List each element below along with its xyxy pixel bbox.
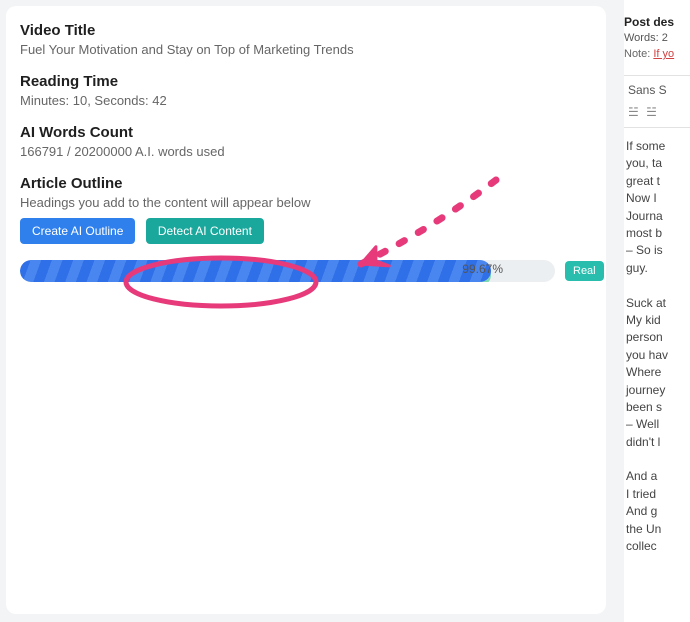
right-panel: Post des Words: 2 Note: If yo Sans S ☱ ☱… (624, 0, 690, 622)
post-desc-label: Post des (624, 14, 690, 31)
editor-body[interactable]: If some you, ta great t Now I Journa mos… (624, 138, 690, 555)
video-title-value: Fuel Your Motivation and Stay on Top of … (20, 42, 592, 57)
progress-bar: 99.67% (20, 260, 555, 282)
post-note-prefix: Note: (624, 48, 653, 60)
progress-percent: 99.67% (462, 262, 503, 276)
ai-words-section: AI Words Count 166791 / 20200000 A.I. wo… (20, 124, 592, 159)
ai-words-value: 166791 / 20200000 A.I. words used (20, 144, 592, 159)
progress-fill (20, 260, 491, 282)
post-words-count: Words: 2 (624, 31, 690, 47)
reading-time-label: Reading Time (20, 73, 592, 90)
font-family-select[interactable]: Sans S (628, 82, 690, 99)
reading-time-value: Minutes: 10, Seconds: 42 (20, 93, 592, 108)
reading-time-section: Reading Time Minutes: 10, Seconds: 42 (20, 73, 592, 108)
left-panel: Video Title Fuel Your Motivation and Sta… (6, 6, 606, 614)
ai-detection-progress: 99.67% Real (20, 260, 592, 282)
create-ai-outline-button[interactable]: Create AI Outline (20, 218, 135, 244)
detect-ai-content-button[interactable]: Detect AI Content (146, 218, 264, 244)
ai-words-label: AI Words Count (20, 124, 592, 141)
indent-controls[interactable]: ☱ ☱ (628, 104, 690, 121)
video-title-label: Video Title (20, 22, 592, 39)
outline-sub: Headings you add to the content will app… (20, 195, 592, 210)
outline-label: Article Outline (20, 175, 592, 192)
real-badge: Real (565, 261, 604, 281)
article-outline-section: Article Outline Headings you add to the … (20, 175, 592, 244)
post-note-link[interactable]: If yo (653, 48, 674, 60)
video-title-section: Video Title Fuel Your Motivation and Sta… (20, 22, 592, 57)
post-note: Note: If yo (624, 47, 690, 63)
editor-toolbar: Sans S ☱ ☱ (624, 75, 690, 128)
